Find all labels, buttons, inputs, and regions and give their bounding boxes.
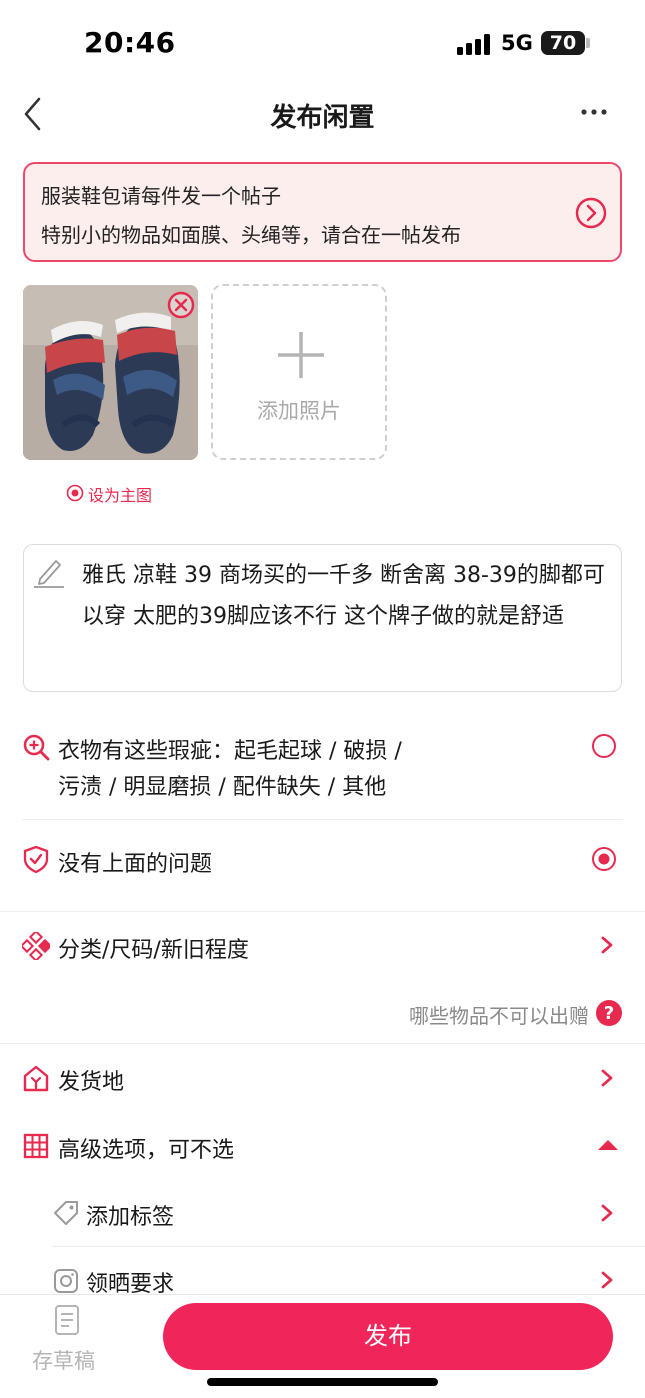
ship-from-row[interactable]: 发货地: [58, 1064, 124, 1096]
advanced-options-row[interactable]: 高级选项，可不选: [58, 1132, 234, 1164]
description-text[interactable]: 雅氏 凉鞋 39 商场买的一千多 断舍离 38-39的脚都可以穿 太肥的39脚应…: [82, 555, 614, 637]
radio-selected-icon: [66, 484, 84, 502]
add-tags-row[interactable]: 添加标签: [86, 1199, 174, 1231]
divider: [0, 911, 645, 912]
cellular-signal-icon: [457, 33, 493, 55]
no-flaw-option: 没有上面的问题: [58, 852, 213, 877]
arrow-circle-icon[interactable]: [575, 197, 607, 229]
more-icon[interactable]: [578, 102, 610, 122]
save-draft-button[interactable]: 存草稿: [32, 1345, 95, 1375]
camera-icon: [52, 1267, 80, 1295]
forbidden-items-link[interactable]: 哪些物品不可以出赠: [409, 1000, 589, 1029]
divider: [22, 819, 623, 820]
house-icon: [22, 1064, 50, 1092]
divider: [52, 1246, 645, 1247]
edit-pencil-icon: [34, 560, 64, 588]
notice-line-2: 特别小的物品如面膜、头绳等，请合在一帖发布: [41, 223, 461, 247]
category-grid-icon: [19, 929, 53, 963]
network-type: 5G: [501, 31, 533, 55]
flaw-option-line-2: 污渍 / 明显磨损 / 配件缺失 / 其他: [58, 775, 387, 800]
add-photo-button[interactable]: 添加照片: [211, 284, 387, 460]
draft-document-icon[interactable]: [54, 1304, 80, 1336]
help-icon[interactable]: ?: [595, 999, 623, 1027]
grid-table-icon: [22, 1132, 50, 1160]
plus-icon: [278, 332, 324, 378]
add-photo-label: 添加照片: [257, 399, 341, 423]
category-size-condition-row[interactable]: 分类/尺码/新旧程度: [58, 932, 249, 964]
remove-photo-icon[interactable]: [166, 290, 196, 320]
set-main-label: 设为主图: [88, 486, 153, 505]
notice-line-1: 服装鞋包请每件发一个帖子: [41, 184, 281, 208]
svg-text:?: ?: [604, 1003, 614, 1024]
tag-icon: [52, 1199, 80, 1227]
chevron-right-icon[interactable]: [600, 1270, 614, 1290]
collapse-triangle-icon[interactable]: [596, 1137, 620, 1151]
no-flaw-radio[interactable]: [591, 846, 617, 872]
chevron-right-icon[interactable]: [600, 1068, 614, 1088]
flaw-option-line-1: 衣物有这些瑕疵：起毛起球 / 破损 /: [58, 739, 402, 764]
divider: [0, 1043, 645, 1044]
shield-check-icon: [22, 845, 50, 874]
home-indicator: [207, 1378, 438, 1386]
battery-icon: 70: [541, 31, 585, 55]
chevron-right-icon[interactable]: [600, 935, 614, 955]
flaw-radio[interactable]: [591, 733, 617, 759]
status-time: 20:46: [84, 26, 176, 59]
page-title: 发布闲置: [270, 103, 375, 133]
chevron-right-icon[interactable]: [600, 1203, 614, 1223]
zoom-in-icon: [22, 733, 50, 761]
publish-button[interactable]: 发布: [163, 1303, 613, 1370]
posting-notice[interactable]: 服装鞋包请每件发一个帖子 特别小的物品如面膜、头绳等，请合在一帖发布: [23, 162, 622, 262]
description-field[interactable]: 雅氏 凉鞋 39 商场买的一千多 断舍离 38-39的脚都可以穿 太肥的39脚应…: [23, 544, 622, 692]
battery-nub: [586, 38, 590, 48]
